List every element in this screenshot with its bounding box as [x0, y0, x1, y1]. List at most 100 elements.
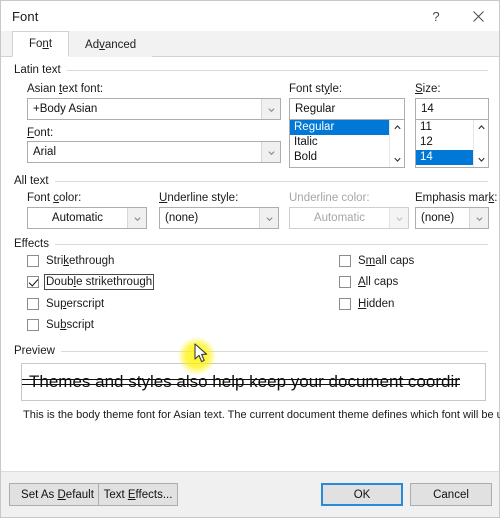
checkbox-subscript[interactable]: Subscript	[27, 319, 94, 331]
underline-style-label: Underline style:	[159, 192, 239, 204]
emphasis-mark-combo[interactable]: (none)	[415, 207, 489, 229]
ok-button[interactable]: OK	[321, 483, 403, 506]
underline-color-label: Underline color:	[289, 192, 370, 204]
group-latin-text: Latin text	[14, 64, 488, 76]
checkbox-box[interactable]	[339, 298, 351, 310]
checkbox-box[interactable]	[339, 255, 351, 267]
checkbox-box[interactable]	[27, 298, 39, 310]
group-preview-legend: Preview	[14, 345, 55, 357]
chevron-down-icon[interactable]	[469, 208, 488, 228]
font-style-options: Regular Italic Bold	[290, 120, 389, 167]
checkbox-double-strikethrough-label: Double strikethrough	[43, 274, 155, 290]
scroll-down-icon[interactable]	[474, 152, 488, 167]
font-color-label: Font color:	[27, 192, 82, 204]
font-combo[interactable]: Arial	[27, 141, 281, 163]
preview-sample-text: Themes and styles also help keep your do…	[22, 372, 460, 392]
font-label: Font:	[27, 127, 54, 139]
font-dialog: Font ? Font Advanced Latin text Asian te…	[0, 0, 500, 518]
checkbox-box[interactable]	[339, 276, 351, 288]
checkbox-small-caps[interactable]: Small caps	[339, 255, 414, 267]
size-value: 14	[421, 103, 434, 115]
group-rule	[66, 69, 488, 71]
font-color-value: Automatic	[51, 212, 104, 224]
text-effects-button[interactable]: Text Effects...	[98, 483, 178, 506]
underline-style-combo[interactable]: (none)	[159, 207, 279, 229]
group-latin-text-legend: Latin text	[14, 64, 61, 76]
list-item[interactable]: 11	[416, 120, 473, 135]
checkbox-superscript[interactable]: Superscript	[27, 298, 104, 310]
list-item[interactable]: Italic	[290, 135, 389, 150]
checkbox-all-caps[interactable]: All caps	[339, 276, 398, 288]
chevron-down-icon[interactable]	[261, 142, 280, 162]
size-input[interactable]: 14	[415, 98, 489, 120]
chevron-down-icon[interactable]	[261, 99, 280, 119]
font-style-label: Font style:	[289, 83, 343, 95]
tab-font-label: Font	[29, 38, 53, 50]
chevron-down-icon[interactable]	[259, 208, 278, 228]
tab-font[interactable]: Font	[12, 31, 70, 57]
checkbox-strikethrough[interactable]: Strikethrough	[27, 255, 114, 267]
checkbox-hidden-label: Hidden	[358, 298, 395, 310]
checkbox-box[interactable]	[27, 255, 39, 267]
font-style-value: Regular	[295, 103, 336, 115]
size-listbox[interactable]: 11 12 14	[415, 119, 489, 168]
font-value: Arial	[33, 146, 57, 158]
checkbox-box[interactable]	[27, 276, 39, 288]
font-style-scrollbar[interactable]	[389, 120, 404, 167]
asian-text-font-combo[interactable]: +Body Asian	[27, 98, 281, 120]
cancel-button[interactable]: Cancel	[410, 483, 492, 506]
set-as-default-button[interactable]: Set As Default	[9, 483, 106, 506]
preview-note: This is the body theme font for Asian te…	[23, 409, 500, 421]
size-label: Size:	[415, 83, 441, 95]
checkbox-all-caps-label: All caps	[358, 276, 399, 288]
scroll-down-icon[interactable]	[390, 152, 404, 167]
emphasis-mark-label: Emphasis mark:	[415, 192, 498, 204]
text-effects-label: Text Effects...	[103, 488, 173, 501]
list-item[interactable]: Bold	[290, 150, 389, 165]
dialog-body: Latin text Asian text font: +Body Asian …	[1, 57, 500, 471]
underline-color-combo: Automatic	[289, 207, 409, 229]
font-style-input[interactable]: Regular	[289, 98, 405, 120]
font-color-combo[interactable]: Automatic	[27, 207, 147, 229]
asian-text-font-label: Asian text font:	[27, 83, 104, 95]
group-rule	[54, 243, 488, 245]
checkbox-subscript-label: Subscript	[46, 319, 94, 331]
underline-style-value: (none)	[165, 212, 199, 224]
window-controls: ?	[415, 1, 499, 31]
group-rule	[60, 350, 488, 352]
cancel-label: Cancel	[433, 488, 469, 501]
preview-box: Themes and styles also help keep your do…	[21, 363, 486, 401]
scroll-up-icon[interactable]	[390, 120, 404, 135]
tab-advanced-label: Advanced	[85, 38, 137, 51]
checkbox-box[interactable]	[27, 319, 39, 331]
help-button[interactable]: ?	[415, 1, 457, 31]
chevron-down-icon[interactable]	[127, 208, 146, 228]
checkbox-small-caps-label: Small caps	[358, 255, 415, 267]
checkbox-double-strikethrough[interactable]: Double strikethrough	[27, 274, 155, 290]
size-scrollbar[interactable]	[473, 120, 488, 167]
title-bar: Font ?	[1, 1, 499, 31]
group-all-text: All text	[14, 175, 488, 187]
list-item[interactable]: Regular	[290, 120, 389, 135]
window-title: Font	[12, 8, 39, 24]
tab-advanced[interactable]: Advanced	[69, 32, 153, 57]
checkbox-strikethrough-label: Strikethrough	[46, 255, 115, 267]
group-effects-legend: Effects	[14, 238, 49, 250]
tab-strip: Font Advanced	[1, 31, 499, 57]
question-mark-icon: ?	[432, 8, 440, 24]
close-button[interactable]	[457, 1, 499, 31]
checkbox-superscript-label: Superscript	[46, 298, 105, 310]
ok-label: OK	[353, 488, 371, 501]
checkbox-hidden[interactable]: Hidden	[339, 298, 394, 310]
group-preview: Preview	[14, 345, 488, 357]
font-style-listbox[interactable]: Regular Italic Bold	[289, 119, 405, 168]
dialog-footer: Set As Default Text Effects... OK Cancel	[1, 471, 499, 517]
underline-color-value: Automatic	[313, 212, 366, 224]
list-item[interactable]: 14	[416, 150, 473, 165]
size-options: 11 12 14	[416, 120, 473, 167]
close-icon	[472, 10, 484, 22]
scroll-up-icon[interactable]	[474, 120, 488, 135]
group-rule	[54, 180, 488, 182]
list-item[interactable]: 12	[416, 135, 473, 150]
group-all-text-legend: All text	[14, 175, 49, 187]
